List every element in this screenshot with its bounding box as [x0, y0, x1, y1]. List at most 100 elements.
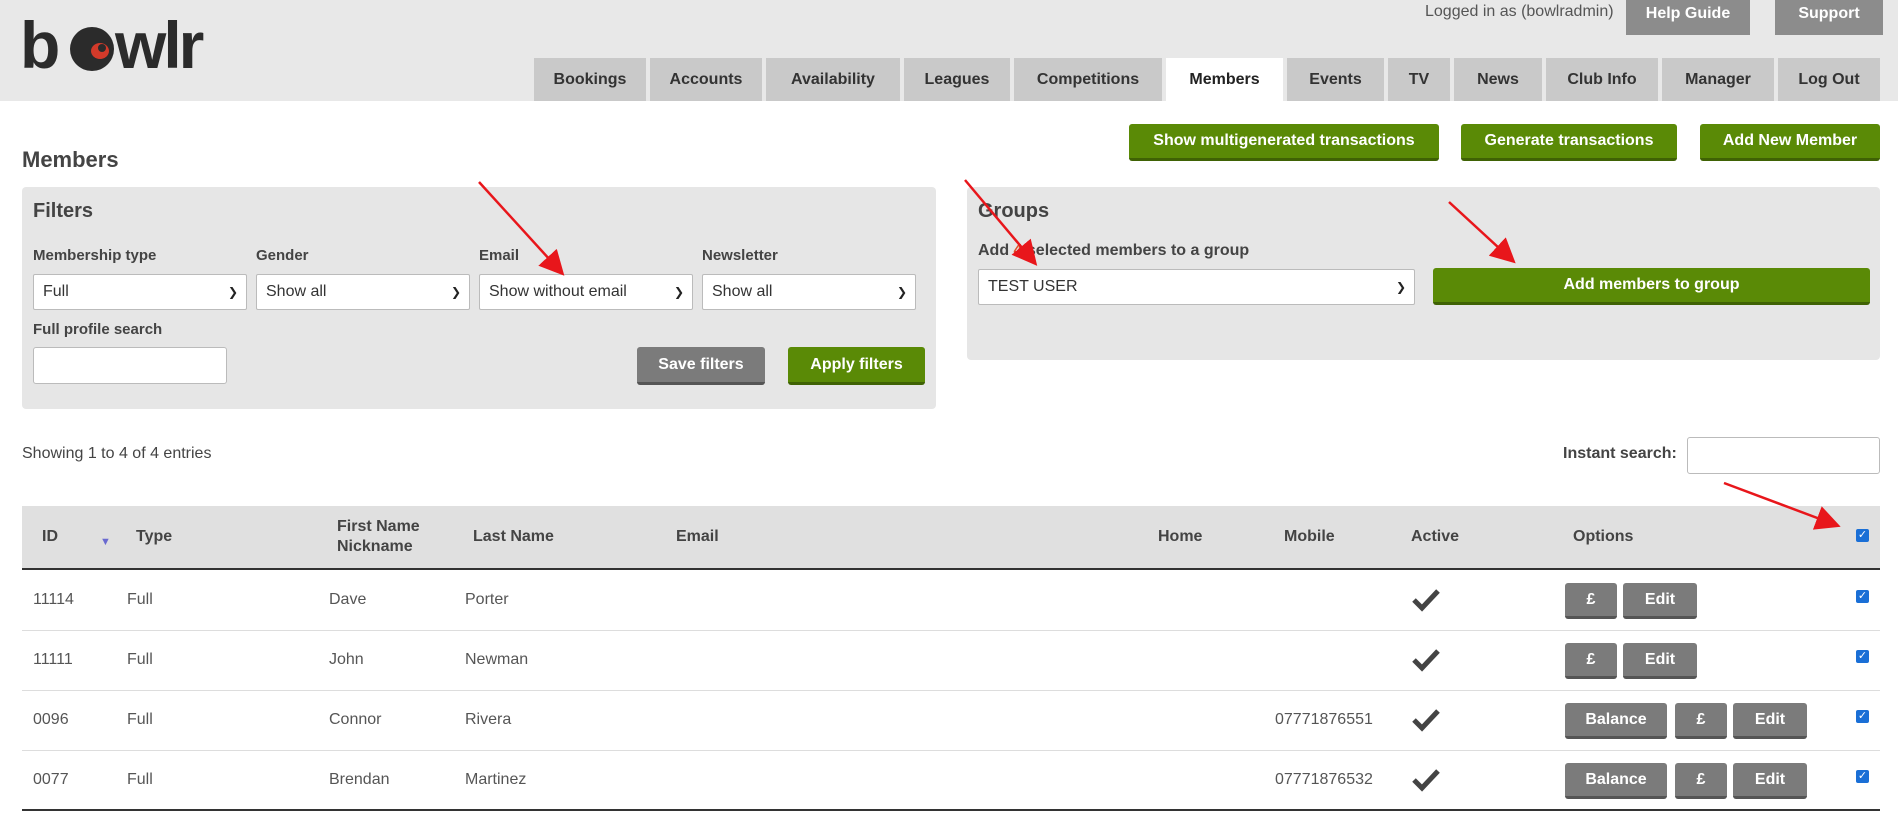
page-title: Members: [22, 147, 119, 172]
bowlr-logo[interactable]: b wlr: [20, 10, 210, 82]
save-filters-button[interactable]: Save filters: [637, 347, 765, 385]
row-last-name: Newman: [465, 651, 529, 668]
tab-leagues[interactable]: Leagues: [904, 58, 1010, 101]
active-check-icon: [1412, 649, 1440, 672]
tab-club-info[interactable]: Club Info: [1546, 58, 1658, 101]
table-row: 0096 Full Connor Rivera 07771876551 Bala…: [22, 691, 1880, 751]
first-name-header: First Name: [337, 518, 420, 535]
balance-pound-button[interactable]: £: [1675, 703, 1727, 739]
balance-pound-button[interactable]: £: [1675, 763, 1727, 799]
groups-heading: Groups: [978, 200, 1050, 222]
column-mobile[interactable]: Mobile: [1284, 506, 1335, 568]
balance-button[interactable]: Balance: [1565, 763, 1667, 799]
row-checkbox[interactable]: ✓: [1856, 590, 1869, 603]
tab-members[interactable]: Members: [1166, 58, 1283, 101]
chevron-down-icon: ❯: [1395, 280, 1406, 294]
edit-button[interactable]: Edit: [1733, 703, 1807, 739]
full-profile-search-label: Full profile search: [33, 321, 163, 338]
svg-text:b: b: [20, 10, 58, 82]
column-type[interactable]: Type: [136, 506, 172, 568]
row-type: Full: [127, 711, 153, 728]
row-first-name: John: [329, 651, 364, 668]
row-type: Full: [127, 771, 153, 788]
row-id: 0096: [33, 711, 69, 728]
row-id: 0077: [33, 771, 69, 788]
tab-accounts[interactable]: Accounts: [650, 58, 762, 101]
apply-filters-button[interactable]: Apply filters: [788, 347, 925, 385]
row-last-name: Rivera: [465, 711, 512, 728]
select-all-checkbox[interactable]: ✓: [1856, 529, 1869, 542]
tab-competitions[interactable]: Competitions: [1014, 58, 1162, 101]
gender-label: Gender: [256, 247, 309, 264]
support-button[interactable]: Support: [1775, 0, 1883, 35]
gender-value: Show all: [266, 283, 327, 300]
row-last-name: Martinez: [465, 771, 527, 788]
edit-button[interactable]: Edit: [1623, 643, 1697, 679]
filters-panel: Filters Membership type Gender Email New…: [22, 187, 936, 409]
membership-type-value: Full: [43, 283, 69, 300]
tab-log-out[interactable]: Log Out: [1778, 58, 1880, 101]
show-multigenerated-transactions-button[interactable]: Show multigenerated transactions: [1129, 124, 1439, 161]
membership-type-label: Membership type: [33, 247, 157, 264]
newsletter-value: Show all: [712, 283, 773, 300]
balance-pound-button[interactable]: £: [1565, 583, 1617, 619]
balance-pound-button[interactable]: £: [1565, 643, 1617, 679]
full-profile-search-input[interactable]: [33, 347, 227, 384]
chevron-down-icon: ❯: [227, 285, 238, 299]
tab-news[interactable]: News: [1454, 58, 1542, 101]
column-last-name[interactable]: Last Name: [473, 506, 554, 568]
chevron-down-icon: ❯: [896, 285, 907, 299]
sort-desc-icon[interactable]: ▼: [100, 536, 111, 548]
groups-panel: Groups Add 4 selected members to a group…: [967, 187, 1880, 360]
column-options[interactable]: Options: [1573, 506, 1633, 568]
top-header: b wlr Logged in as (bowlradmin) Help Gui…: [0, 0, 1898, 101]
newsletter-select[interactable]: Show all ❯: [702, 274, 916, 310]
row-last-name: Porter: [465, 591, 509, 608]
row-id: 11111: [33, 651, 73, 668]
add-new-member-button[interactable]: Add New Member: [1700, 124, 1880, 161]
column-id[interactable]: ID: [42, 506, 58, 568]
balance-button[interactable]: Balance: [1565, 703, 1667, 739]
generate-transactions-button[interactable]: Generate transactions: [1461, 124, 1677, 161]
instant-search-label: Instant search:: [1563, 445, 1677, 462]
active-check-icon: [1412, 709, 1440, 732]
chevron-down-icon: ❯: [450, 285, 461, 299]
tab-tv[interactable]: TV: [1388, 58, 1450, 101]
row-first-name: Brendan: [329, 771, 390, 788]
tab-manager[interactable]: Manager: [1662, 58, 1774, 101]
entries-info: Showing 1 to 4 of 4 entries: [22, 445, 212, 462]
tab-events[interactable]: Events: [1287, 58, 1384, 101]
help-guide-button[interactable]: Help Guide: [1626, 0, 1750, 35]
row-checkbox[interactable]: ✓: [1856, 650, 1869, 663]
column-home[interactable]: Home: [1158, 506, 1202, 568]
gender-select[interactable]: Show all ❯: [256, 274, 470, 310]
email-label: Email: [479, 247, 520, 264]
edit-button[interactable]: Edit: [1733, 763, 1807, 799]
group-select-value: TEST USER: [988, 278, 1078, 295]
add-members-to-group-button[interactable]: Add members to group: [1433, 268, 1870, 305]
active-check-icon: [1412, 589, 1440, 612]
group-select[interactable]: TEST USER ❯: [978, 269, 1415, 305]
row-type: Full: [127, 591, 153, 608]
row-mobile: 07771876532: [1275, 771, 1373, 788]
table-row: 11114 Full Dave Porter £ Edit ✓: [22, 571, 1880, 631]
main-nav: Bookings Accounts Availability Leagues C…: [534, 58, 1884, 101]
column-first-name[interactable]: First Name Nickname: [337, 506, 420, 568]
membership-type-select[interactable]: Full ❯: [33, 274, 247, 310]
column-email[interactable]: Email: [676, 506, 719, 568]
row-checkbox[interactable]: ✓: [1856, 770, 1869, 783]
email-select[interactable]: Show without email ❯: [479, 274, 693, 310]
edit-button[interactable]: Edit: [1623, 583, 1697, 619]
svg-text:wlr: wlr: [114, 10, 204, 82]
tab-availability[interactable]: Availability: [766, 58, 900, 101]
row-type: Full: [127, 651, 153, 668]
row-first-name: Dave: [329, 591, 367, 608]
table-row: 11111 Full John Newman £ Edit ✓: [22, 631, 1880, 691]
instant-search-input[interactable]: [1687, 437, 1880, 474]
row-checkbox[interactable]: ✓: [1856, 710, 1869, 723]
add-suffix-text: selected members to a group: [1022, 242, 1250, 259]
tab-bookings[interactable]: Bookings: [534, 58, 646, 101]
column-active[interactable]: Active: [1411, 506, 1459, 568]
row-first-name: Connor: [329, 711, 382, 728]
table-header: ID ▼ Type First Name Nickname Last Name …: [22, 506, 1880, 570]
